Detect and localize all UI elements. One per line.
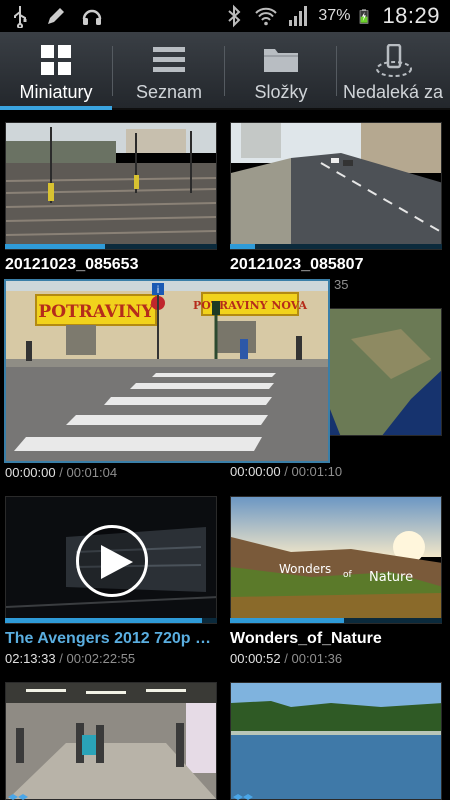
total-time: 00:02:22:55 xyxy=(66,651,136,666)
dropbox-icon xyxy=(233,794,253,800)
time-separator: / xyxy=(59,651,63,666)
bluetooth-icon xyxy=(228,4,241,28)
active-tab-indicator xyxy=(0,106,112,110)
tab-folders[interactable]: Složky xyxy=(225,32,337,110)
nearby-device-icon xyxy=(375,44,412,77)
video-title: Wonders_of_Nature xyxy=(230,630,382,647)
video-duration: 35 xyxy=(334,277,349,292)
overlay-title-word: of xyxy=(343,570,353,580)
shop-sign-right: POTRAVINY NOVA xyxy=(193,299,307,312)
elapsed-time: 00:00:00 xyxy=(5,465,56,480)
usb-icon xyxy=(14,6,27,28)
playback-progress xyxy=(230,618,442,623)
tab-thumbnails[interactable]: Miniatury xyxy=(0,32,112,110)
battery-icon xyxy=(360,9,369,24)
time-separator: / xyxy=(284,651,288,666)
tab-label: Seznam xyxy=(135,82,203,102)
tab-nearby-devices[interactable]: Nedaleká za xyxy=(337,32,450,110)
video-preview-popup[interactable]: POTRAVINY POTRAVINY NOVA i xyxy=(4,279,330,463)
info-sign: i xyxy=(157,285,160,296)
video-thumbnail[interactable] xyxy=(230,122,442,250)
progress-fill xyxy=(5,618,203,623)
elapsed-time: 00:00:52 xyxy=(230,651,281,666)
grid-icon xyxy=(41,45,71,75)
folder-icon xyxy=(264,49,298,72)
time-separator: / xyxy=(284,464,288,479)
play-icon xyxy=(101,545,133,579)
play-button[interactable] xyxy=(76,525,148,597)
video-grid: 20121023_085653 20121023_085807 35 00:00… xyxy=(0,112,450,800)
tab-label: Miniatury xyxy=(19,82,93,102)
tab-label: Složky xyxy=(254,82,308,102)
progress-fill xyxy=(230,618,345,623)
headset-icon xyxy=(82,9,102,25)
video-thumbnail[interactable] xyxy=(5,122,217,250)
progress-fill xyxy=(5,244,105,249)
playback-progress xyxy=(5,244,217,249)
time-separator: / xyxy=(59,465,63,480)
tab-label: Nedaleká za xyxy=(343,82,444,102)
video-thumbnail[interactable] xyxy=(5,682,217,800)
clock: 18:29 xyxy=(382,3,440,28)
view-tabs: Miniatury Seznam Složky Nedaleká za xyxy=(0,32,450,110)
elapsed-time: 00:00:00 xyxy=(230,464,281,479)
status-bar: 37% 18:29 xyxy=(0,0,450,32)
overlay-title-word: Wonders xyxy=(279,562,331,576)
shop-sign-left: POTRAVINY xyxy=(38,302,154,322)
playback-progress xyxy=(230,244,442,249)
pencil-icon xyxy=(48,8,64,24)
total-time: 00:01:10 xyxy=(291,464,343,479)
dropbox-icon xyxy=(8,794,28,800)
signal-icon xyxy=(289,6,308,26)
total-time: 00:01:36 xyxy=(291,651,343,666)
video-duration: 00:00:00 / 00:01:04 xyxy=(5,465,117,480)
video-title: 20121023_085653 xyxy=(5,256,139,273)
battery-percent: 37% xyxy=(318,7,351,24)
video-duration: 00:00:00 / 00:01:10 xyxy=(230,464,342,479)
overlay-title-word: Nature xyxy=(369,570,413,585)
video-title: 20121023_085807 xyxy=(230,256,364,273)
video-thumbnail[interactable] xyxy=(230,682,442,800)
tab-list[interactable]: Seznam xyxy=(113,32,225,110)
playback-progress xyxy=(5,618,217,623)
video-thumbnail[interactable]: Wonders of Nature xyxy=(230,496,442,624)
list-icon xyxy=(153,47,185,72)
video-title: The Avengers 2012 720p B… xyxy=(5,630,217,647)
video-duration: 02:13:33 / 00:02:22:55 xyxy=(5,651,135,666)
progress-fill xyxy=(230,244,256,249)
video-duration: 00:00:52 / 00:01:36 xyxy=(230,651,342,666)
wifi-icon xyxy=(255,7,278,26)
video-thumbnail[interactable] xyxy=(5,496,217,624)
elapsed-time: 02:13:33 xyxy=(5,651,56,666)
total-time: 00:01:04 xyxy=(66,465,118,480)
